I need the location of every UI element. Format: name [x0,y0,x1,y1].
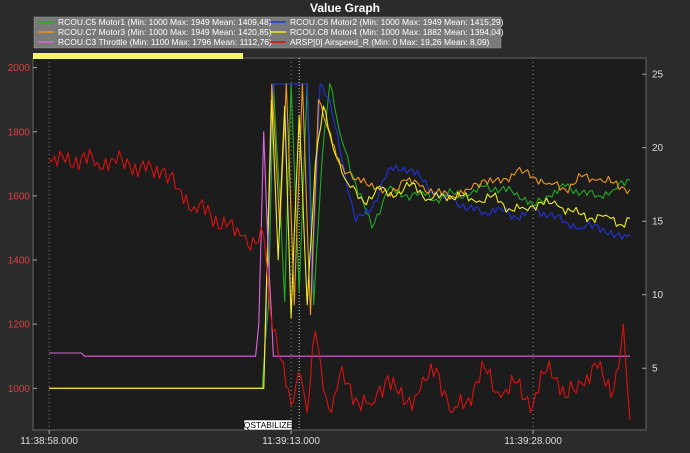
x-tick-label: 11:39:28.000 [504,436,562,447]
value-graph-chart: Value Graph 11:38:58.000 11:39:13.000 11:3… [0,0,690,453]
legend-item[interactable]: RCOU.C5 Motor1 (Min: 1000 Max: 1949 Mean… [38,17,272,27]
legend-item[interactable]: ARSP[0] Airspeed_R (Min: 0 Max: 19,26 Me… [270,37,490,47]
y-right-tick-label: 5 [652,364,658,375]
y-right-tick-label: 15 [652,217,664,228]
x-tick-label: 11:38:58.000 [20,436,78,447]
legend[interactable]: RCOU.C5 Motor1 (Min: 1000 Max: 1949 Mean… [33,16,504,49]
legend-label: RCOU.C6 Motor2 (Min: 1000 Max: 1949 Mean… [290,17,504,27]
legend-label: RCOU.C8 Motor4 (Min: 1000 Max: 1882 Mean… [290,27,504,37]
x-tick-label: 11:39:13.000 [262,436,320,447]
chart-title: Value Graph [310,1,380,15]
y-left-tick-label: 1800 [8,127,31,138]
y-right-tick-label: 10 [652,290,664,301]
legend-item[interactable]: RCOU.C6 Motor2 (Min: 1000 Max: 1949 Mean… [270,17,504,27]
y-right-tick-label: 20 [652,143,664,154]
legend-label: RCOU.C5 Motor1 (Min: 1000 Max: 1949 Mean… [58,17,272,27]
legend-label: ARSP[0] Airspeed_R (Min: 0 Max: 19,26 Me… [290,37,490,47]
mode-label: QSTABILIZE [244,420,293,430]
legend-item[interactable]: RCOU.C3 Throttle (Min: 1100 Max: 1796 Me… [38,37,272,47]
y-left-tick-label: 1600 [8,191,31,202]
legend-item[interactable]: RCOU.C7 Motor3 (Min: 1000 Max: 1949 Mean… [38,27,272,37]
mode-bar [33,53,243,59]
y-right-tick-label: 25 [652,70,664,81]
y-left-tick-label: 1000 [8,384,31,395]
y-left-tick-label: 1200 [8,320,31,331]
legend-label: RCOU.C3 Throttle (Min: 1100 Max: 1796 Me… [58,37,272,47]
y-left-tick-label: 2000 [8,63,31,74]
legend-label: RCOU.C7 Motor3 (Min: 1000 Max: 1949 Mean… [58,27,272,37]
legend-item[interactable]: RCOU.C8 Motor4 (Min: 1000 Max: 1882 Mean… [270,27,504,37]
mode-marker: QSTABILIZE [243,419,293,431]
y-left-tick-label: 1400 [8,256,31,267]
